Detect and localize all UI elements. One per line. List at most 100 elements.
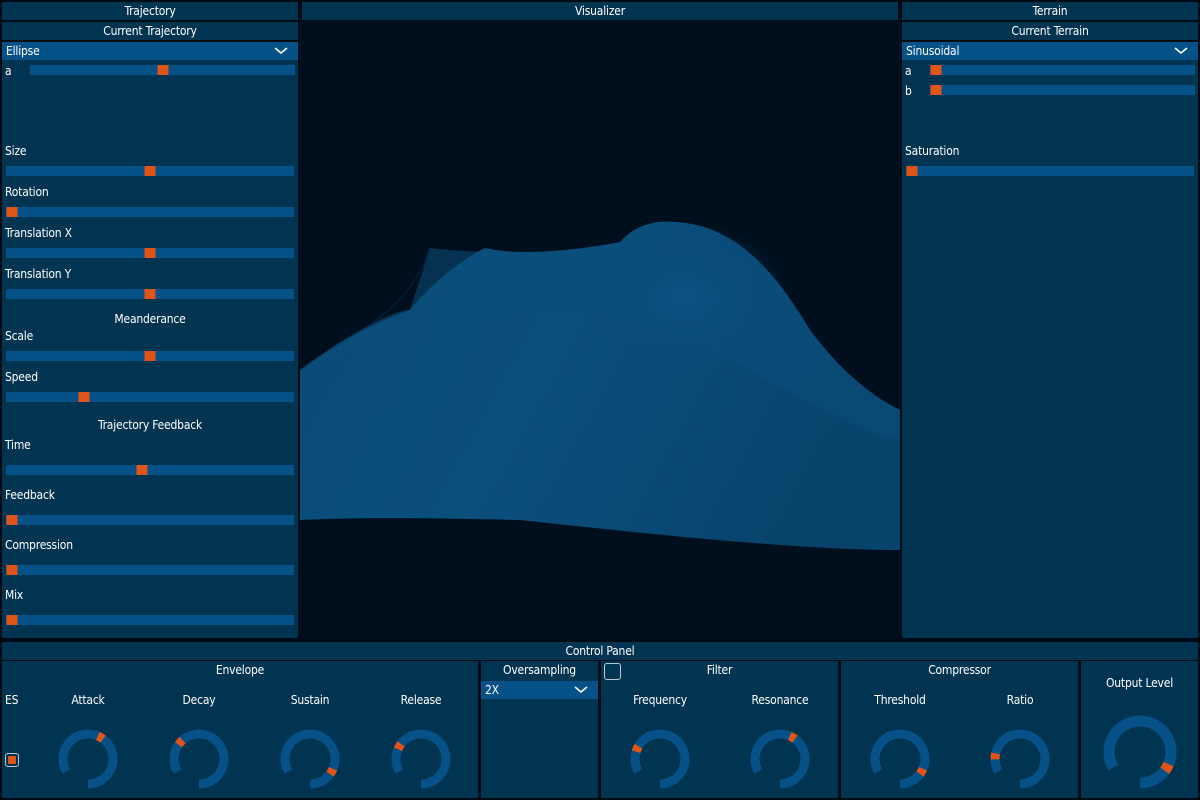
resonance-knob[interactable] — [748, 727, 812, 791]
trajectory-header: Trajectory — [2, 2, 298, 20]
knob-track — [750, 729, 810, 789]
knob-track — [1103, 715, 1177, 789]
checkbox-fill — [8, 756, 16, 764]
frequency-knob[interactable] — [628, 727, 692, 791]
resonance-label: Resonance — [751, 693, 809, 707]
slider-thumb[interactable] — [136, 465, 148, 475]
terrain-param-a-label: a — [905, 64, 912, 78]
release-label: Release — [400, 693, 442, 707]
saturation-label: Saturation — [905, 144, 960, 158]
translation-y-slider[interactable] — [6, 289, 294, 299]
knob-indicator — [1160, 761, 1174, 774]
attack-knob[interactable] — [56, 727, 120, 791]
oversampling-section: Oversampling 2X — [481, 661, 598, 798]
knob-track — [630, 729, 690, 789]
chevron-down-icon — [1174, 47, 1188, 55]
slider-thumb[interactable] — [930, 85, 942, 95]
slider-thumb[interactable] — [930, 65, 942, 75]
time-label: Time — [5, 438, 31, 452]
ratio-knob[interactable] — [988, 727, 1052, 791]
saturation-slider[interactable] — [906, 166, 1194, 176]
es-label: ES — [5, 693, 19, 707]
knob-indicator — [916, 766, 928, 777]
slider-thumb[interactable] — [144, 248, 156, 258]
chevron-down-icon — [274, 47, 288, 55]
es-checkbox[interactable] — [5, 753, 19, 767]
translation-x-slider[interactable] — [6, 248, 294, 258]
attack-label: Attack — [71, 693, 105, 707]
knob-indicator — [631, 743, 643, 754]
slider-thumb[interactable] — [6, 515, 18, 525]
knob-indicator — [787, 731, 798, 743]
speed-label: Speed — [5, 370, 38, 384]
knob-track — [990, 729, 1050, 789]
mix-slider[interactable] — [6, 615, 294, 625]
sustain-label: Sustain — [290, 693, 330, 707]
filter-section: Filter Frequency Resonance — [601, 661, 838, 798]
feedback-slider[interactable] — [6, 515, 294, 525]
trajectory-select-value: Ellipse — [6, 44, 40, 58]
meanderance-header: Meanderance — [114, 312, 186, 326]
rotation-label: Rotation — [5, 185, 49, 199]
slider-thumb[interactable] — [144, 289, 156, 299]
terrain-panel: Terrain Current Terrain Sinusoidal a b S… — [902, 2, 1198, 638]
release-knob[interactable] — [389, 727, 453, 791]
translation-y-label: Translation Y — [5, 267, 72, 281]
terrain-param-b-slider[interactable] — [930, 85, 1195, 95]
terrain-param-b-label: b — [905, 84, 912, 98]
envelope-header: Envelope — [215, 663, 265, 677]
output-level-label: Output Level — [1105, 676, 1173, 690]
feedback-label: Feedback — [5, 488, 55, 502]
slider-thumb[interactable] — [144, 166, 156, 176]
slider-thumb[interactable] — [906, 166, 918, 176]
knob-indicator — [990, 752, 1001, 760]
envelope-section: Envelope ES Attack Decay Sustain Release — [2, 661, 478, 798]
visualizer-view[interactable] — [300, 20, 900, 640]
decay-label: Decay — [182, 693, 216, 707]
speed-slider[interactable] — [6, 392, 294, 402]
terrain-surface — [300, 200, 900, 550]
translation-x-label: Translation X — [5, 226, 72, 240]
terrain-header: Terrain — [902, 2, 1198, 20]
terrain-select[interactable]: Sinusoidal — [902, 42, 1198, 60]
slider-thumb[interactable] — [157, 65, 168, 75]
compressor-header: Compressor — [928, 663, 991, 677]
output-level-knob[interactable] — [1100, 712, 1180, 792]
slider-thumb[interactable] — [6, 615, 18, 625]
oversampling-select[interactable]: 2X — [481, 681, 598, 699]
knob-indicator — [95, 731, 106, 743]
compressor-section: Compressor Threshold Ratio — [841, 661, 1078, 798]
compression-slider[interactable] — [6, 565, 294, 575]
trajectory-panel: Trajectory Current Trajectory Ellipse a … — [2, 2, 298, 638]
terrain-select-value: Sinusoidal — [906, 44, 960, 58]
rotation-slider[interactable] — [6, 207, 294, 217]
control-panel-header: Control Panel — [2, 642, 1198, 660]
slider-thumb[interactable] — [6, 207, 18, 217]
knob-track — [391, 729, 451, 789]
knob-indicator — [393, 741, 405, 752]
size-label: Size — [5, 144, 27, 158]
ratio-label: Ratio — [1006, 693, 1034, 707]
trajectory-feedback-header: Trajectory Feedback — [97, 418, 203, 432]
output-level-section: Output Level — [1081, 661, 1198, 798]
current-terrain-header: Current Terrain — [902, 22, 1198, 40]
frequency-label: Frequency — [633, 693, 687, 707]
threshold-knob[interactable] — [868, 727, 932, 791]
time-slider[interactable] — [6, 465, 294, 475]
knob-track — [870, 729, 930, 789]
param-a-slider[interactable] — [30, 65, 295, 75]
slider-thumb[interactable] — [144, 351, 156, 361]
sustain-knob[interactable] — [278, 727, 342, 791]
scale-slider[interactable] — [6, 351, 294, 361]
knob-indicator — [174, 736, 186, 748]
visualizer-header: Visualizer — [302, 2, 898, 20]
knob-track — [58, 729, 118, 789]
slider-thumb[interactable] — [78, 392, 90, 402]
slider-thumb[interactable] — [6, 565, 18, 575]
mix-label: Mix — [5, 588, 24, 602]
terrain-param-a-slider[interactable] — [930, 65, 1195, 75]
knob-track — [280, 729, 340, 789]
size-slider[interactable] — [6, 166, 294, 176]
decay-knob[interactable] — [167, 727, 231, 791]
trajectory-select[interactable]: Ellipse — [2, 42, 298, 60]
